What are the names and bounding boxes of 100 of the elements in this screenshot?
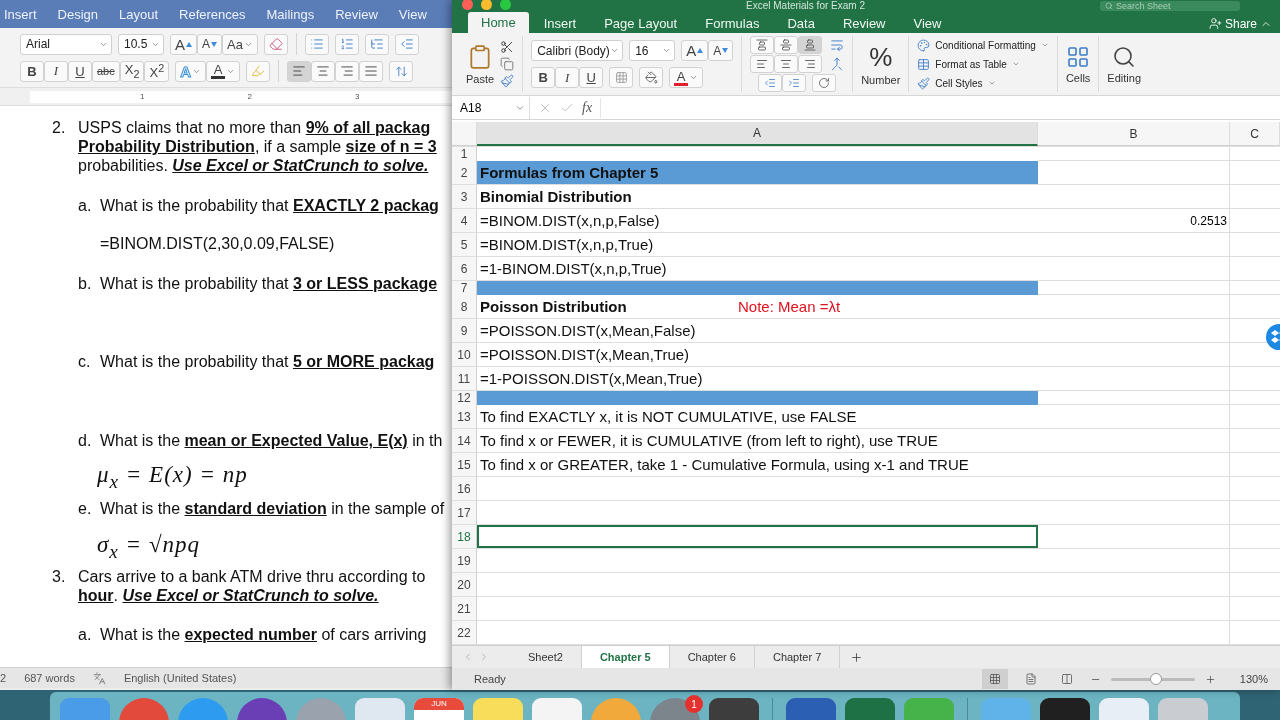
row-number[interactable]: 2: [452, 161, 477, 184]
ribbon-tab[interactable]: Layout: [119, 6, 159, 22]
borders-button[interactable]: [609, 67, 634, 88]
fill-color-button[interactable]: [639, 67, 664, 88]
ribbon-tab[interactable]: References: [179, 6, 246, 22]
paste-button[interactable]: Paste: [466, 43, 495, 85]
change-case-button[interactable]: Aa: [222, 33, 258, 55]
strike-button[interactable]: abc: [92, 60, 120, 82]
ribbon-tab[interactable]: Review: [335, 6, 378, 22]
decrease-indent-button[interactable]: [394, 33, 419, 55]
row-number[interactable]: 7: [452, 281, 477, 295]
grow-font-button[interactable]: A: [170, 33, 197, 55]
column-header[interactable]: B: [1038, 122, 1230, 146]
vertical-align-button[interactable]: [774, 36, 799, 54]
row-number[interactable]: 1: [452, 147, 477, 161]
ribbon-tab[interactable]: Insert: [4, 6, 37, 22]
wrap-text-icon[interactable]: [830, 38, 845, 52]
decrease-indent-button[interactable]: [758, 74, 783, 92]
highlight-button[interactable]: [246, 60, 270, 82]
italic-button[interactable]: I: [44, 60, 68, 82]
ribbon-tab[interactable]: Design: [57, 6, 98, 22]
select-all-corner[interactable]: [452, 122, 477, 146]
justify-button[interactable]: [359, 60, 383, 82]
minimize-button[interactable]: [481, 0, 492, 10]
cells-button[interactable]: Cells: [1065, 44, 1091, 84]
align-left-button[interactable]: [287, 60, 311, 82]
row-number[interactable]: 13: [452, 405, 477, 428]
bold-button[interactable]: B: [531, 67, 556, 88]
clear-formatting-button[interactable]: [263, 33, 288, 55]
row-number[interactable]: 18: [452, 525, 477, 548]
align-center-button[interactable]: [774, 55, 799, 73]
align-left-button[interactable]: [750, 55, 775, 73]
row-number[interactable]: 15: [452, 453, 477, 476]
row-number[interactable]: 3: [452, 185, 477, 208]
styles-menu-item[interactable]: Conditional Formatting: [917, 36, 1049, 54]
paintbrush-icon[interactable]: [500, 74, 515, 88]
numbering-button[interactable]: [334, 33, 359, 55]
column-header[interactable]: C: [1230, 122, 1280, 146]
column-header[interactable]: A: [477, 122, 1038, 146]
bullets-button[interactable]: [304, 33, 329, 55]
underline-button[interactable]: U: [579, 67, 604, 88]
font-color-button[interactable]: A: [206, 60, 240, 82]
row-number[interactable]: 12: [452, 391, 477, 405]
row-number[interactable]: 4: [452, 209, 477, 232]
font-field[interactable]: Arial: [20, 33, 112, 55]
ribbon-tab[interactable]: Data: [774, 14, 828, 33]
styles-menu-item[interactable]: Format as Table: [917, 55, 1020, 73]
slider-thumb[interactable]: [1150, 672, 1163, 685]
name-box[interactable]: A18: [452, 96, 530, 119]
row-number[interactable]: 14: [452, 429, 477, 452]
grow-font-button[interactable]: A: [681, 40, 709, 61]
row-number[interactable]: 17: [452, 501, 477, 524]
row-number[interactable]: 5: [452, 233, 477, 256]
sheet-tab[interactable]: Chapter 5: [581, 646, 670, 668]
zoom-in-icon[interactable]: [1204, 673, 1216, 685]
row-number[interactable]: 9: [452, 319, 477, 342]
bold-button[interactable]: B: [20, 60, 44, 82]
ribbon-tab[interactable]: View: [398, 6, 427, 22]
row-number[interactable]: 20: [452, 573, 477, 596]
sub-button[interactable]: X$_{2}$: [119, 60, 145, 82]
font-color-button[interactable]: A: [669, 67, 704, 88]
multilevel-list-button[interactable]: [364, 33, 389, 55]
insert-function-button[interactable]: fx: [582, 99, 593, 116]
zoom-button[interactable]: [500, 0, 511, 10]
ribbon-tab[interactable]: Home: [468, 12, 529, 33]
editing-button[interactable]: Editing: [1107, 44, 1141, 84]
app-icon[interactable]: 1: [650, 698, 700, 720]
align-right-button[interactable]: [335, 60, 359, 82]
scissors-icon[interactable]: [500, 40, 515, 54]
shrink-font-button[interactable]: A: [197, 33, 223, 55]
increase-indent-button[interactable]: [782, 74, 807, 92]
row-number[interactable]: 16: [452, 477, 477, 500]
merge-icon[interactable]: [830, 57, 845, 71]
line-spacing-button[interactable]: [389, 60, 413, 82]
row-number[interactable]: 6: [452, 257, 477, 280]
shrink-font-button[interactable]: A: [708, 40, 734, 61]
row-number[interactable]: 19: [452, 549, 477, 572]
number-format-button[interactable]: % Number: [861, 42, 901, 86]
add-sheet-icon[interactable]: [850, 650, 864, 664]
calendar-icon[interactable]: JUN: [414, 698, 464, 720]
sup-button[interactable]: X$^{2}$: [144, 60, 170, 82]
italic-button[interactable]: I: [555, 67, 580, 88]
align-right-button[interactable]: [798, 55, 823, 73]
vertical-align-button[interactable]: [750, 36, 775, 54]
ribbon-tab[interactable]: View: [900, 14, 955, 33]
ribbon-tab[interactable]: Insert: [530, 14, 590, 33]
font-size-field[interactable]: 10.5: [118, 33, 164, 55]
font-field[interactable]: Calibri (Body): [531, 40, 624, 61]
underline-button[interactable]: U: [68, 60, 92, 82]
vertical-align-button[interactable]: [798, 36, 823, 54]
normal-view-button[interactable]: [981, 669, 1008, 689]
ribbon-tab[interactable]: Page Layout: [591, 14, 691, 33]
row-number[interactable]: 21: [452, 597, 477, 620]
row-number[interactable]: 8: [452, 295, 477, 318]
ribbon-tab[interactable]: Mailings: [266, 6, 315, 22]
align-center-button[interactable]: [311, 60, 335, 82]
row-number[interactable]: 11: [452, 367, 477, 390]
row-number[interactable]: 22: [452, 621, 477, 644]
font-size-field[interactable]: 16: [629, 40, 676, 61]
ribbon-tab[interactable]: Review: [829, 14, 899, 33]
